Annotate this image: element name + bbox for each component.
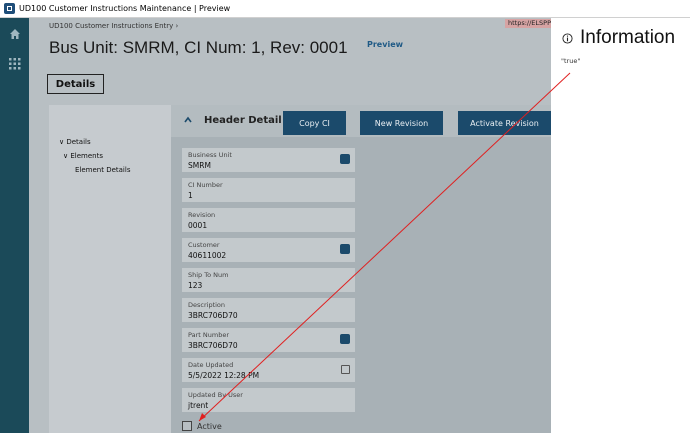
business-unit-field[interactable]: Business Unit SMRM (182, 148, 355, 172)
tree-item-details[interactable]: ∨ Details (59, 138, 91, 146)
updated-by-field[interactable]: Updated By User jtrent (182, 388, 355, 412)
field-value: 40611002 (188, 251, 227, 260)
header-title: Header Detail (204, 115, 282, 126)
ci-number-field[interactable]: CI Number 1 (182, 178, 355, 202)
ship-to-field[interactable]: Ship To Num 123 (182, 268, 355, 292)
description-field[interactable]: Description 3BRC706D70 (182, 298, 355, 322)
field-label: Updated By User (188, 391, 243, 399)
details-button[interactable]: Details (47, 74, 104, 94)
part-number-field[interactable]: Part Number 3BRC706D70 (182, 328, 355, 352)
field-label: Part Number (188, 331, 230, 339)
chevron-up-icon[interactable] (184, 116, 192, 124)
revision-field[interactable]: Revision 0001 (182, 208, 355, 232)
field-label: Description (188, 301, 226, 309)
search-icon[interactable] (340, 154, 350, 164)
field-value: jtrent (188, 401, 209, 410)
tree-item-elements[interactable]: ∨ Elements (63, 152, 103, 160)
information-title: Information (580, 27, 676, 48)
calendar-icon[interactable] (341, 365, 350, 374)
field-label: Business Unit (188, 151, 232, 159)
search-icon[interactable] (340, 244, 350, 254)
field-label: Date Updated (188, 361, 234, 369)
navigation-tree: ∨ Details ∨ Elements Element Details (49, 105, 171, 433)
page-title: Bus Unit: SMRM, CI Num: 1, Rev: 0001 (49, 38, 348, 57)
activate-revision-button[interactable]: Activate Revision (458, 111, 551, 135)
new-revision-button[interactable]: New Revision (360, 111, 443, 135)
tree-item-element-details[interactable]: Element Details (75, 166, 130, 174)
main-app: UD100 Customer Instructions Entry › http… (29, 18, 551, 433)
field-value: SMRM (188, 161, 211, 170)
preview-link[interactable]: Preview (367, 40, 403, 49)
apps-grid-icon[interactable] (9, 58, 21, 70)
field-value: 0001 (188, 221, 208, 230)
field-label: CI Number (188, 181, 223, 189)
search-icon[interactable] (340, 334, 350, 344)
customer-field[interactable]: Customer 40611002 (182, 238, 355, 262)
url-badge: https://ELSPPIL (505, 19, 551, 28)
active-label: Active (197, 421, 222, 431)
field-label: Revision (188, 211, 216, 219)
active-checkbox-row[interactable]: Active (182, 421, 222, 431)
home-icon[interactable] (9, 28, 21, 40)
date-updated-field[interactable]: Date Updated 5/5/2022 12:28 PM (182, 358, 355, 382)
window-title: UD100 Customer Instructions Maintenance … (19, 4, 231, 13)
information-value: "true" (561, 57, 581, 65)
field-value: 123 (188, 281, 203, 290)
header-detail-panel: Header Detail Copy CI New Revision Activ… (171, 105, 551, 433)
field-label: Customer (188, 241, 220, 249)
field-value: 3BRC706D70 (188, 311, 238, 320)
info-icon (562, 33, 573, 44)
breadcrumb[interactable]: UD100 Customer Instructions Entry › (49, 22, 178, 30)
field-value: 3BRC706D70 (188, 341, 238, 350)
window-titlebar: UD100 Customer Instructions Maintenance … (0, 0, 690, 18)
active-checkbox[interactable] (182, 421, 192, 431)
left-rail (0, 18, 29, 433)
field-value: 1 (188, 191, 193, 200)
copy-ci-button[interactable]: Copy CI (283, 111, 346, 135)
app-icon (4, 3, 15, 14)
field-value: 5/5/2022 12:28 PM (188, 371, 260, 380)
header-bar: Header Detail Copy CI New Revision Activ… (171, 105, 551, 137)
information-panel: Information "true" (551, 18, 690, 433)
field-label: Ship To Num (188, 271, 229, 279)
